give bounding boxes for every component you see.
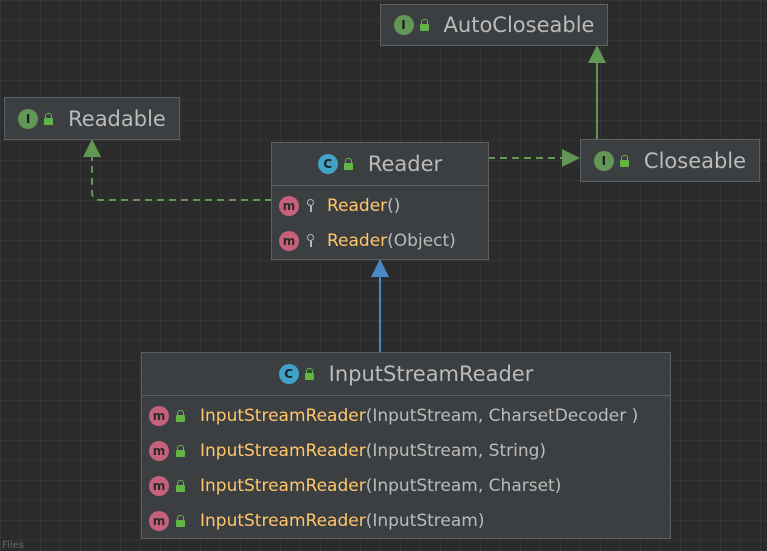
node-title: Closeable	[643, 148, 747, 173]
protected-key-icon	[306, 199, 315, 212]
public-lock-icon	[619, 154, 630, 167]
member-row[interactable]: m InputStreamReader (InputStream, String…	[142, 433, 670, 468]
public-lock-icon	[176, 409, 186, 422]
public-lock-icon	[304, 368, 315, 380]
node-inputstreamreader[interactable]: C InputStreamReader m InputStreamReader …	[141, 352, 671, 539]
node-header: I Closeable	[581, 140, 759, 181]
method-params: (InputStream)	[365, 510, 485, 531]
abstract-class-icon: C	[317, 154, 338, 174]
member-list: m InputStreamReader (InputStream, Charse…	[142, 396, 670, 538]
node-header: C InputStreamReader	[142, 353, 670, 396]
public-lock-icon	[176, 514, 186, 527]
public-lock-icon	[176, 444, 186, 457]
edge-reader-implements-readable	[91, 157, 272, 201]
method-name: Reader	[327, 230, 388, 251]
node-readable[interactable]: I Readable	[4, 97, 180, 140]
method-icon: m	[149, 405, 169, 426]
node-header: C Reader	[272, 143, 488, 186]
arrowhead-reader	[371, 259, 389, 277]
method-name: InputStreamReader	[200, 475, 366, 496]
public-lock-icon	[176, 479, 186, 492]
node-title: AutoCloseable	[443, 13, 595, 37]
interface-icon: I	[593, 150, 614, 171]
node-reader[interactable]: C Reader m Reader () m Reader (Object)	[271, 142, 489, 260]
method-params: ()	[387, 195, 401, 216]
method-icon: m	[149, 475, 169, 496]
member-row[interactable]: m Reader ()	[272, 188, 488, 223]
method-name: InputStreamReader	[200, 440, 366, 461]
arrowhead-readable	[83, 139, 101, 157]
method-params: (InputStream, CharsetDecoder )	[365, 405, 639, 426]
class-icon: C	[278, 364, 299, 384]
method-name: InputStreamReader	[200, 510, 366, 531]
arrowhead-closeable	[562, 149, 580, 167]
node-header: I AutoCloseable	[381, 5, 607, 45]
node-closeable[interactable]: I Closeable	[580, 139, 760, 182]
member-row[interactable]: m InputStreamReader (InputStream)	[142, 503, 670, 538]
method-name: Reader	[327, 195, 388, 216]
public-lock-icon	[419, 19, 430, 31]
method-params: (InputStream, Charset)	[365, 475, 562, 496]
public-lock-icon	[343, 158, 354, 170]
method-icon: m	[279, 230, 299, 251]
method-icon: m	[149, 440, 169, 461]
panel-tab-label[interactable]: Files	[2, 540, 24, 551]
protected-key-icon	[306, 234, 315, 247]
method-icon: m	[149, 510, 169, 531]
method-name: InputStreamReader	[200, 405, 366, 426]
node-header: I Readable	[5, 98, 179, 139]
public-lock-icon	[44, 112, 54, 125]
method-params: (InputStream, String)	[365, 440, 547, 461]
node-title: Reader	[367, 152, 443, 176]
node-autocloseable[interactable]: I AutoCloseable	[380, 4, 608, 46]
interface-icon: I	[393, 15, 414, 35]
member-list: m Reader () m Reader (Object)	[272, 186, 488, 258]
member-row[interactable]: m InputStreamReader (InputStream, Charse…	[142, 398, 670, 433]
method-params: (Object)	[387, 230, 456, 251]
node-title: Readable	[68, 106, 166, 131]
member-row[interactable]: m Reader (Object)	[272, 223, 488, 258]
arrowhead-autocloseable	[588, 45, 606, 63]
member-row[interactable]: m InputStreamReader (InputStream, Charse…	[142, 468, 670, 503]
node-title: InputStreamReader	[328, 362, 534, 386]
interface-icon: I	[18, 108, 39, 129]
method-icon: m	[279, 195, 299, 216]
